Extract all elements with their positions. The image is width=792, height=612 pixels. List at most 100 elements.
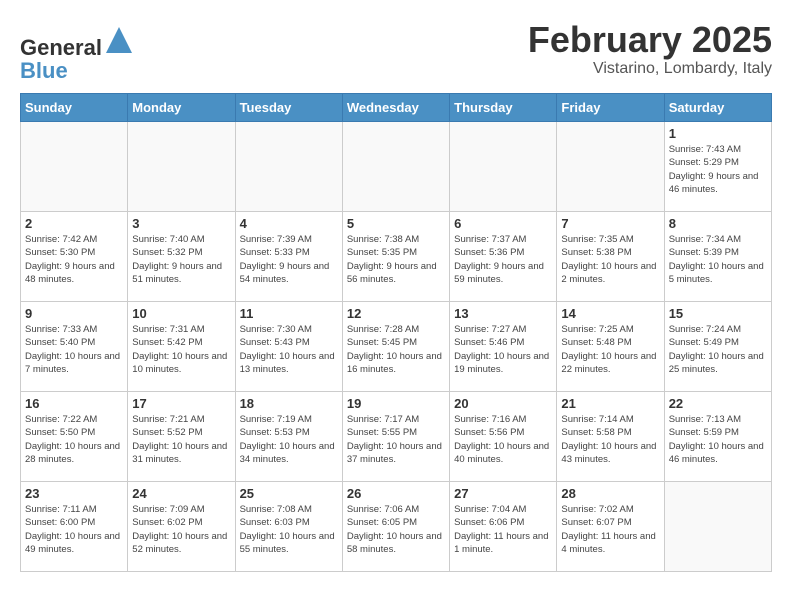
day-header-saturday: Saturday — [664, 94, 771, 122]
week-row-5: 23 Sunrise: 7:11 AM Sunset: 6:00 PM Dayli… — [21, 482, 772, 572]
day-number: 14 — [561, 306, 659, 321]
calendar-cell: 12 Sunrise: 7:28 AM Sunset: 5:45 PM Dayli… — [342, 302, 449, 392]
day-number: 10 — [132, 306, 230, 321]
day-number: 12 — [347, 306, 445, 321]
day-info: Sunrise: 7:28 AM Sunset: 5:45 PM Dayligh… — [347, 323, 445, 376]
day-info: Sunrise: 7:42 AM Sunset: 5:30 PM Dayligh… — [25, 233, 123, 286]
calendar-cell: 18Sunrise: 7:19 AM Sunset: 5:53 PM Dayli… — [235, 392, 342, 482]
calendar-cell — [21, 122, 128, 212]
day-info: Sunrise: 7:22 AM Sunset: 5:50 PM Dayligh… — [25, 413, 123, 466]
day-info: Sunrise: 7:11 AM Sunset: 6:00 PM Dayligh… — [25, 503, 123, 556]
day-number: 20 — [454, 396, 552, 411]
day-number: 9 — [25, 306, 123, 321]
calendar-cell: 15Sunrise: 7:24 AM Sunset: 5:49 PM Dayli… — [664, 302, 771, 392]
calendar-cell: 5 Sunrise: 7:38 AM Sunset: 5:35 PM Daylig… — [342, 212, 449, 302]
calendar-cell: 10 Sunrise: 7:31 AM Sunset: 5:42 PM Dayli… — [128, 302, 235, 392]
day-number: 7 — [561, 216, 659, 231]
logo-blue: Blue — [20, 58, 68, 83]
day-info: Sunrise: 7:09 AM Sunset: 6:02 PM Dayligh… — [132, 503, 230, 556]
day-info: Sunrise: 7:25 AM Sunset: 5:48 PM Dayligh… — [561, 323, 659, 376]
day-header-tuesday: Tuesday — [235, 94, 342, 122]
calendar-cell — [664, 482, 771, 572]
day-number: 5 — [347, 216, 445, 231]
day-info: Sunrise: 7:30 AM Sunset: 5:43 PM Dayligh… — [240, 323, 338, 376]
calendar-cell: 26 Sunrise: 7:06 AM Sunset: 6:05 PM Dayli… — [342, 482, 449, 572]
calendar-cell: 17Sunrise: 7:21 AM Sunset: 5:52 PM Dayli… — [128, 392, 235, 482]
logo-icon — [104, 25, 134, 55]
calendar-cell: 14 Sunrise: 7:25 AM Sunset: 5:48 PM Dayli… — [557, 302, 664, 392]
calendar-cell: 22Sunrise: 7:13 AM Sunset: 5:59 PM Dayli… — [664, 392, 771, 482]
day-header-sunday: Sunday — [21, 94, 128, 122]
calendar-cell: 20 Sunrise: 7:16 AM Sunset: 5:56 PM Dayli… — [450, 392, 557, 482]
day-number: 19 — [347, 396, 445, 411]
title-area: February 2025 Vistarino, Lombardy, Italy — [528, 20, 772, 78]
week-row-2: 2 Sunrise: 7:42 AM Sunset: 5:30 PM Daylig… — [21, 212, 772, 302]
calendar-cell: 2 Sunrise: 7:42 AM Sunset: 5:30 PM Daylig… — [21, 212, 128, 302]
day-info: Sunrise: 7:02 AM Sunset: 6:07 PM Dayligh… — [561, 503, 659, 556]
day-number: 16 — [25, 396, 123, 411]
page-header: General Blue February 2025 Vistarino, Lo… — [20, 20, 772, 83]
week-row-1: 1 Sunrise: 7:43 AM Sunset: 5:29 PM Daylig… — [21, 122, 772, 212]
calendar-cell: 24 Sunrise: 7:09 AM Sunset: 6:02 PM Dayli… — [128, 482, 235, 572]
day-info: Sunrise: 7:43 AM Sunset: 5:29 PM Dayligh… — [669, 143, 767, 196]
day-info: Sunrise: 7:16 AM Sunset: 5:56 PM Dayligh… — [454, 413, 552, 466]
day-info: Sunrise: 7:04 AM Sunset: 6:06 PM Dayligh… — [454, 503, 552, 556]
day-header-monday: Monday — [128, 94, 235, 122]
day-info: Sunrise: 7:14 AM Sunset: 5:58 PM Dayligh… — [561, 413, 659, 466]
day-number: 8 — [669, 216, 767, 231]
calendar-cell: 19 Sunrise: 7:17 AM Sunset: 5:55 PM Dayli… — [342, 392, 449, 482]
day-number: 1 — [669, 126, 767, 141]
day-info: Sunrise: 7:39 AM Sunset: 5:33 PM Dayligh… — [240, 233, 338, 286]
day-info: Sunrise: 7:37 AM Sunset: 5:36 PM Dayligh… — [454, 233, 552, 286]
calendar-cell: 8 Sunrise: 7:34 AM Sunset: 5:39 PM Daylig… — [664, 212, 771, 302]
day-info: Sunrise: 7:24 AM Sunset: 5:49 PM Dayligh… — [669, 323, 767, 376]
day-info: Sunrise: 7:08 AM Sunset: 6:03 PM Dayligh… — [240, 503, 338, 556]
calendar-cell — [450, 122, 557, 212]
day-header-thursday: Thursday — [450, 94, 557, 122]
calendar-cell: 1 Sunrise: 7:43 AM Sunset: 5:29 PM Daylig… — [664, 122, 771, 212]
day-info: Sunrise: 7:17 AM Sunset: 5:55 PM Dayligh… — [347, 413, 445, 466]
calendar-table: SundayMondayTuesdayWednesdayThursdayFrid… — [20, 93, 772, 572]
day-info: Sunrise: 7:27 AM Sunset: 5:46 PM Dayligh… — [454, 323, 552, 376]
day-number: 27 — [454, 486, 552, 501]
day-number: 28 — [561, 486, 659, 501]
day-number: 18 — [240, 396, 338, 411]
day-info: Sunrise: 7:40 AM Sunset: 5:32 PM Dayligh… — [132, 233, 230, 286]
day-info: Sunrise: 7:13 AM Sunset: 5:59 PM Dayligh… — [669, 413, 767, 466]
calendar-cell: 11 Sunrise: 7:30 AM Sunset: 5:43 PM Dayli… — [235, 302, 342, 392]
day-number: 3 — [132, 216, 230, 231]
calendar-cell — [557, 122, 664, 212]
day-number: 6 — [454, 216, 552, 231]
week-row-4: 16 Sunrise: 7:22 AM Sunset: 5:50 PM Dayli… — [21, 392, 772, 482]
location-title: Vistarino, Lombardy, Italy — [528, 60, 772, 78]
day-number: 11 — [240, 306, 338, 321]
calendar-cell: 7 Sunrise: 7:35 AM Sunset: 5:38 PM Daylig… — [557, 212, 664, 302]
day-number: 26 — [347, 486, 445, 501]
calendar-cell: 16 Sunrise: 7:22 AM Sunset: 5:50 PM Dayli… — [21, 392, 128, 482]
day-number: 23 — [25, 486, 123, 501]
calendar-cell: 21 Sunrise: 7:14 AM Sunset: 5:58 PM Dayli… — [557, 392, 664, 482]
day-header-friday: Friday — [557, 94, 664, 122]
logo: General Blue — [20, 25, 134, 83]
calendar-cell: 6 Sunrise: 7:37 AM Sunset: 5:36 PM Daylig… — [450, 212, 557, 302]
calendar-cell: 4Sunrise: 7:39 AM Sunset: 5:33 PM Daylig… — [235, 212, 342, 302]
calendar-cell: 25Sunrise: 7:08 AM Sunset: 6:03 PM Dayli… — [235, 482, 342, 572]
month-title: February 2025 — [528, 20, 772, 60]
day-number: 17 — [132, 396, 230, 411]
day-info: Sunrise: 7:38 AM Sunset: 5:35 PM Dayligh… — [347, 233, 445, 286]
calendar-cell: 3 Sunrise: 7:40 AM Sunset: 5:32 PM Daylig… — [128, 212, 235, 302]
day-number: 2 — [25, 216, 123, 231]
calendar-cell: 13 Sunrise: 7:27 AM Sunset: 5:46 PM Dayli… — [450, 302, 557, 392]
day-info: Sunrise: 7:35 AM Sunset: 5:38 PM Dayligh… — [561, 233, 659, 286]
day-number: 21 — [561, 396, 659, 411]
day-number: 24 — [132, 486, 230, 501]
calendar-cell: 23 Sunrise: 7:11 AM Sunset: 6:00 PM Dayli… — [21, 482, 128, 572]
logo-general: General — [20, 35, 102, 60]
day-info: Sunrise: 7:31 AM Sunset: 5:42 PM Dayligh… — [132, 323, 230, 376]
calendar-cell: 9Sunrise: 7:33 AM Sunset: 5:40 PM Daylig… — [21, 302, 128, 392]
day-number: 13 — [454, 306, 552, 321]
day-info: Sunrise: 7:06 AM Sunset: 6:05 PM Dayligh… — [347, 503, 445, 556]
calendar-cell: 27 Sunrise: 7:04 AM Sunset: 6:06 PM Dayli… — [450, 482, 557, 572]
week-row-3: 9Sunrise: 7:33 AM Sunset: 5:40 PM Daylig… — [21, 302, 772, 392]
day-info: Sunrise: 7:34 AM Sunset: 5:39 PM Dayligh… — [669, 233, 767, 286]
